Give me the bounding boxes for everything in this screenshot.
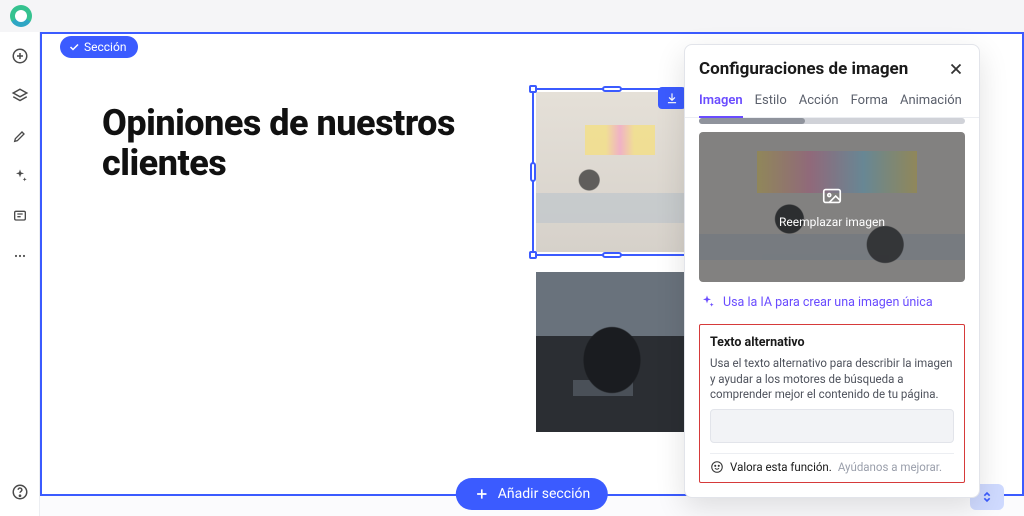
add-section-label: Añadir sección [498, 486, 590, 502]
left-rail [0, 32, 40, 516]
ai-generate-link[interactable]: Usa la IA para crear una imagen única [699, 292, 965, 314]
alt-text-title: Texto alternativo [710, 335, 954, 350]
smile-icon [710, 460, 724, 474]
topbar [0, 0, 1024, 32]
section-badge[interactable]: Sección [60, 36, 138, 58]
tab-accion[interactable]: Acción [799, 89, 839, 117]
tab-forma[interactable]: Forma [851, 89, 888, 117]
tab-imagen[interactable]: Imagen [699, 89, 743, 118]
panel-title: Configuraciones de imagen [699, 59, 908, 79]
image-preview[interactable]: Reemplazar imagen [699, 132, 965, 282]
alt-text-description: Usa el texto alternativo para describir … [710, 356, 954, 403]
image-top[interactable] [536, 92, 688, 252]
add-icon[interactable] [10, 46, 30, 66]
image-icon [821, 185, 843, 207]
close-icon[interactable] [947, 60, 965, 78]
image-settings-panel: Configuraciones de imagen Imagen Estilo … [684, 44, 980, 498]
tab-estilo[interactable]: Estilo [755, 89, 787, 117]
alt-text-input[interactable] [710, 409, 954, 443]
tab-scroll-track[interactable] [699, 118, 965, 124]
panel-tabs: Imagen Estilo Acción Forma Animación [685, 89, 979, 118]
more-icon[interactable] [10, 246, 30, 266]
ai-generate-label: Usa la IA para crear una imagen única [723, 295, 933, 310]
replace-image-label: Reemplazar imagen [779, 215, 885, 229]
help-icon[interactable] [10, 482, 30, 502]
canvas: Sección Opiniones de nuestros clientes i… [40, 32, 1024, 516]
replace-image-overlay[interactable]: Reemplazar imagen [699, 132, 965, 282]
note-icon[interactable] [10, 206, 30, 226]
pen-icon[interactable] [10, 126, 30, 146]
rate-label[interactable]: Valora esta función. [730, 460, 832, 474]
tab-animacion[interactable]: Animación [900, 89, 962, 117]
rate-help[interactable]: Ayúdanos a mejorar. [838, 460, 942, 474]
sparkle-icon[interactable] [10, 166, 30, 186]
alt-text-block: Texto alternativo Usa el texto alternati… [699, 324, 965, 483]
page-title[interactable]: Opiniones de nuestros clientes [102, 104, 462, 183]
add-section-button[interactable]: Añadir sección [456, 478, 608, 510]
image-bottom[interactable] [536, 272, 688, 432]
layers-icon[interactable] [10, 86, 30, 106]
section-badge-label: Sección [84, 40, 126, 54]
app-logo[interactable] [10, 5, 32, 27]
sparkle-icon [699, 294, 715, 310]
